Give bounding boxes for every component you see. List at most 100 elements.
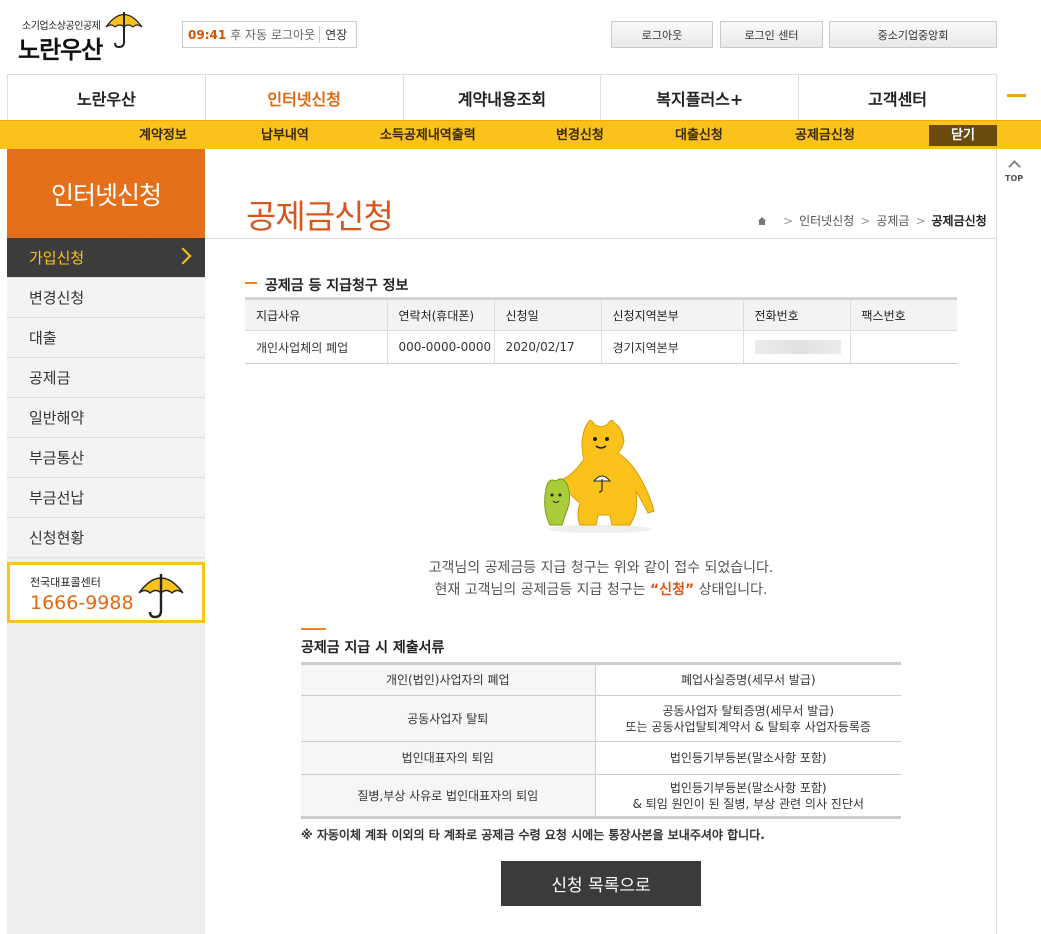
- sidebar-item-merge[interactable]: 부금통산: [7, 438, 205, 478]
- gnb-item-contract-inquiry[interactable]: 계약내용조회: [404, 75, 602, 120]
- subnav-benefit-request[interactable]: 공제금신청: [795, 121, 855, 150]
- login-center-button[interactable]: 로그인 센터: [720, 21, 823, 48]
- sidebar-item-status[interactable]: 신청현황: [7, 518, 205, 558]
- status-line-1: 고객님의 공제금등 지급 청구는 위와 같이 접수 되었습니다.: [428, 560, 774, 576]
- regional-office-cell: 경기지역본부: [601, 330, 744, 364]
- logout-button[interactable]: 로그아웃: [611, 21, 713, 48]
- content-right-border: [996, 149, 997, 934]
- back-to-list-button[interactable]: 신청 목록으로: [501, 861, 701, 906]
- sidebar-item-label: 대출: [29, 329, 57, 347]
- breadcrumb-separator: >: [783, 213, 794, 228]
- status-prefix: 현재 고객님의 공제금등 지급 청구는: [434, 582, 650, 598]
- sidebar-item-label: 변경신청: [29, 289, 85, 307]
- sidebar-item-label: 일반해약: [29, 409, 85, 427]
- redacted-phone: [754, 340, 841, 355]
- reason-cell: 질병,부상 사유로 법인대표자의 퇴임: [301, 774, 596, 818]
- column-header: 전화번호: [743, 298, 851, 331]
- sidebar-item-label: 공제금: [29, 369, 71, 387]
- scroll-top-button[interactable]: TOP: [1004, 158, 1026, 184]
- menu-toggle-icon[interactable]: [1007, 94, 1026, 97]
- table-row: 개인사업체의 폐업 000-0000-0000 2020/02/17 경기지역본…: [245, 330, 957, 364]
- document-line: 폐업사실증명(세무서 발급): [680, 673, 816, 687]
- column-header: 신청지역본부: [601, 298, 744, 331]
- column-header: 지급사유: [245, 298, 388, 331]
- table-row: 공동사업자 탈퇴 공동사업자 탈퇴증명(세무서 발급) 또는 공동사업탈퇴계약서…: [301, 695, 901, 742]
- claim-info-table: 지급사유 연락처(휴대폰) 신청일 신청지역본부 전화번호 팩스번호 개인사업체…: [245, 297, 957, 364]
- fax-cell: [850, 330, 957, 364]
- reason-cell: 법인대표자의 퇴임: [301, 741, 596, 775]
- gnb-item-welfare-plus[interactable]: 복지플러스+: [601, 75, 800, 120]
- column-header: 연락처(휴대폰): [387, 298, 495, 331]
- kbiz-button[interactable]: 중소기업중앙회: [829, 21, 997, 48]
- subnav-contract-info[interactable]: 계약정보: [139, 121, 187, 150]
- column-header: 신청일: [494, 298, 602, 331]
- session-timer: 09:41 후 자동 로그아웃 연장: [182, 21, 357, 48]
- subnav-tax-deduction-print[interactable]: 소득공제내역출력: [380, 121, 476, 150]
- reason-cell: 공동사업자 탈퇴: [301, 695, 596, 742]
- breadcrumb-separator: >: [860, 213, 871, 228]
- subnav-loan-request[interactable]: 대출신청: [675, 121, 723, 150]
- breadcrumb-item[interactable]: 인터넷신청: [799, 212, 854, 229]
- call-center-phone: 1666-9988: [30, 592, 134, 614]
- sidebar-item-join[interactable]: 가입신청: [7, 238, 205, 278]
- umbrella-logo-icon: [105, 12, 143, 49]
- chevron-right-icon: [174, 247, 192, 265]
- call-center-box: 전국대표콜센터 1666-9988: [7, 562, 205, 623]
- sidebar: 인터넷신청 가입신청 변경신청 대출 공제금 일반해약 부금통산 부금선납 신청…: [7, 149, 205, 934]
- sidebar-item-cancellation[interactable]: 일반해약: [7, 398, 205, 438]
- arrow-up-icon: [1008, 160, 1021, 173]
- document-line: 법인등기부등본(말소사항 포함): [669, 751, 827, 765]
- documents-cell: 법인등기부등본(말소사항 포함) & 퇴임 원인이 된 질병, 부상 관련 의사…: [595, 774, 901, 818]
- payment-reason-cell: 개인사업체의 폐업: [245, 330, 388, 364]
- breadcrumb-item[interactable]: 공제금: [876, 212, 909, 229]
- extend-session-button[interactable]: 연장: [319, 26, 347, 43]
- required-documents-table: 개인(법인)사업자의 폐업 폐업사실증명(세무서 발급) 공동사업자 탈퇴 공동…: [301, 662, 901, 819]
- phone-cell: [743, 330, 851, 364]
- umbrella-icon: [138, 574, 184, 619]
- subnav-payment-history[interactable]: 납부내역: [261, 121, 309, 150]
- sidebar-title: 인터넷신청: [7, 149, 205, 238]
- request-date-cell: 2020/02/17: [494, 330, 602, 364]
- status-value: “신청”: [649, 582, 695, 598]
- section-marker: [301, 628, 326, 630]
- document-line: 법인등기부등본(말소사항 포함): [669, 780, 827, 795]
- section-marker: [245, 282, 257, 284]
- status-line-2: 현재 고객님의 공제금등 지급 청구는 “신청” 상태입니다.: [245, 579, 957, 601]
- close-subnav-button[interactable]: 닫기: [929, 125, 997, 146]
- gnb-item-internet-application[interactable]: 인터넷신청: [206, 75, 404, 120]
- page-title: 공제금신청: [246, 197, 394, 236]
- reason-cell: 개인(법인)사업자의 폐업: [301, 663, 596, 696]
- status-suffix: 상태입니다.: [694, 582, 768, 598]
- info-section-title: 공제금 등 지급청구 정보: [265, 278, 409, 294]
- table-row: 질병,부상 사유로 법인대표자의 퇴임 법인등기부등본(말소사항 포함) & 퇴…: [301, 774, 901, 818]
- subnav-change-request[interactable]: 변경신청: [556, 121, 604, 150]
- table-header-row: 지급사유 연락처(휴대폰) 신청일 신청지역본부 전화번호 팩스번호: [245, 298, 957, 331]
- session-message: 후 자동 로그아웃: [230, 28, 316, 42]
- sidebar-item-label: 신청현황: [29, 529, 85, 547]
- home-icon[interactable]: [757, 216, 767, 226]
- bankbook-note: ※ 자동이체 계좌 이외의 타 계좌로 공제금 수령 요청 시에는 통장사본을 …: [301, 828, 765, 842]
- breadcrumb: > 인터넷신청 > 공제금 > 공제금신청: [757, 212, 987, 229]
- documents-cell: 법인등기부등본(말소사항 포함): [595, 741, 901, 775]
- logo[interactable]: 소기업소상공인공제 노란우산: [18, 8, 148, 64]
- column-header: 팩스번호: [850, 298, 957, 331]
- sidebar-item-label: 부금선납: [29, 489, 85, 507]
- document-line: 또는 공동사업탈퇴계약서 & 탈퇴후 사업자등록증: [625, 719, 871, 734]
- status-message: 고객님의 공제금등 지급 청구는 위와 같이 접수 되었습니다. 현재 고객님의…: [245, 557, 957, 601]
- sidebar-item-benefit[interactable]: 공제금: [7, 358, 205, 398]
- call-center-label: 전국대표콜센터: [30, 576, 101, 589]
- sidebar-item-change[interactable]: 변경신청: [7, 278, 205, 318]
- documents-cell: 폐업사실증명(세무서 발급): [595, 663, 901, 696]
- document-line: 공동사업자 탈퇴증명(세무서 발급): [662, 703, 835, 718]
- sidebar-item-label: 가입신청: [29, 249, 85, 267]
- title-divider: [205, 238, 996, 239]
- gnb-item-yellow-umbrella[interactable]: 노란우산: [8, 75, 206, 120]
- logo-title: 노란우산: [18, 36, 103, 64]
- sidebar-item-loan[interactable]: 대출: [7, 318, 205, 358]
- sidebar-item-label: 부금통산: [29, 449, 85, 467]
- sidebar-item-prepay[interactable]: 부금선납: [7, 478, 205, 518]
- gnb-item-customer-center[interactable]: 고객센터: [799, 75, 997, 120]
- breadcrumb-separator: >: [915, 213, 926, 228]
- table-row: 법인대표자의 퇴임 법인등기부등본(말소사항 포함): [301, 741, 901, 775]
- session-time: 09:41: [188, 27, 227, 42]
